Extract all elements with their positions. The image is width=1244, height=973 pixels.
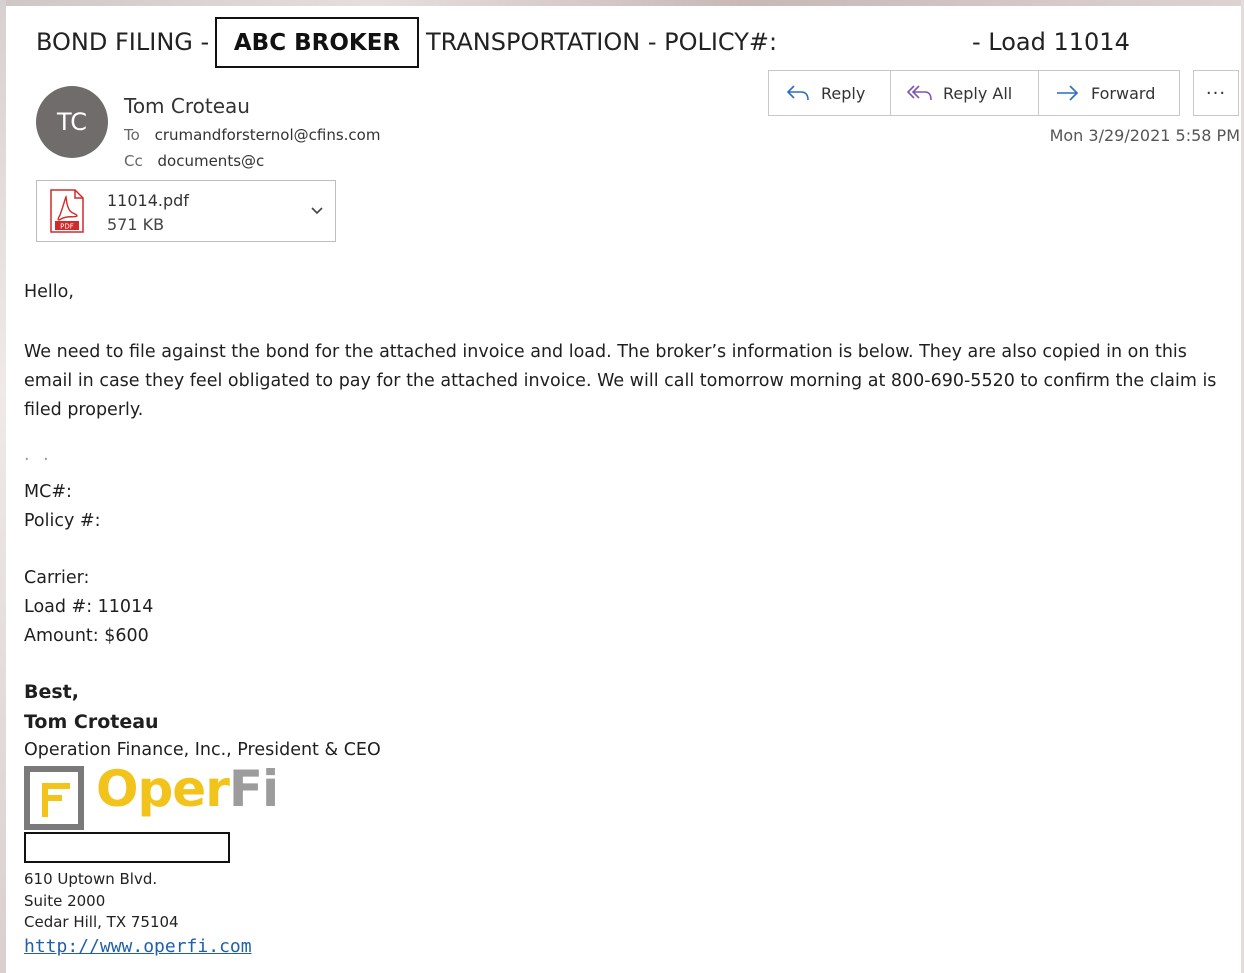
- pdf-file-icon: PDF: [49, 189, 85, 233]
- subject-part-1: BOND FILING -: [36, 28, 210, 56]
- body-paragraph: We need to file against the bond for the…: [24, 342, 1217, 420]
- attachment-size: 571 KB: [107, 215, 165, 234]
- greeting: Hello,: [24, 282, 74, 302]
- to-row: To crumandforsternol@cfins.com: [124, 126, 380, 144]
- subject-redaction-box: ABC BROKER: [215, 17, 419, 68]
- subject-part-3: - Load 11014: [972, 28, 1130, 56]
- reply-button[interactable]: Reply: [769, 71, 891, 115]
- logo-text-fi: Fi: [228, 760, 279, 818]
- address-line-2: Suite 2000: [24, 892, 106, 910]
- to-label: To: [124, 126, 140, 144]
- attachment-filename[interactable]: 11014.pdf: [107, 191, 189, 210]
- reply-all-icon: [907, 83, 933, 103]
- logo-text-oper: Oper: [96, 760, 230, 818]
- load-line: Load #: 11014: [24, 597, 154, 617]
- message-actions-toolbar: Reply Reply All Forward: [768, 70, 1180, 116]
- policy-line: Policy #:: [24, 511, 100, 531]
- redacted-text: . .: [24, 445, 53, 465]
- attachment-filename-text: 11014.pdf: [107, 191, 189, 210]
- logo-wordmark: OperFi: [96, 760, 279, 818]
- redaction-label: ABC BROKER: [233, 29, 401, 56]
- attachment-card[interactable]: PDF 11014.pdf 571 KB: [36, 180, 336, 242]
- website-link[interactable]: http://www.operfi.com: [24, 936, 252, 957]
- mc-line: MC#:: [24, 482, 72, 502]
- signature-redaction-box: [24, 832, 230, 863]
- more-actions-button[interactable]: ···: [1193, 70, 1239, 116]
- signature-name: Tom Croteau: [24, 711, 159, 733]
- more-icon: ···: [1205, 82, 1227, 104]
- chevron-down-icon[interactable]: [309, 203, 325, 219]
- redacted-broker-line: . .: [24, 445, 53, 465]
- reply-label: Reply: [821, 83, 866, 103]
- cc-row: Cc documents@c: [124, 152, 264, 172]
- forward-arrow-icon: [1055, 83, 1081, 103]
- avatar[interactable]: TC: [36, 86, 108, 158]
- reply-all-label: Reply All: [943, 83, 1013, 103]
- subject-part-2: TRANSPORTATION - POLICY#:: [426, 28, 778, 56]
- reply-all-button[interactable]: Reply All: [891, 71, 1039, 115]
- mc-label: MC#:: [24, 482, 72, 502]
- to-recipient[interactable]: crumandforsternol@cfins.com: [155, 126, 381, 144]
- received-timestamp: Mon 3/29/2021 5:58 PM: [1049, 126, 1240, 145]
- operfi-logo: OperFi: [24, 760, 284, 836]
- address-line-1: 610 Uptown Blvd.: [24, 870, 158, 888]
- policy-label: Policy #:: [24, 511, 101, 531]
- signature-closing: Best,: [24, 681, 79, 703]
- background-edge: [0, 0, 6, 973]
- svg-text:PDF: PDF: [60, 223, 74, 231]
- reply-icon: [785, 83, 811, 103]
- address-line-3: Cedar Hill, TX 75104: [24, 913, 179, 931]
- forward-label: Forward: [1091, 83, 1156, 103]
- amount-line: Amount: $600: [24, 626, 149, 646]
- background-edge: [0, 0, 1244, 6]
- carrier-line: Carrier:: [24, 568, 89, 588]
- signature-title: Operation Finance, Inc., President & CEO: [24, 740, 381, 760]
- cc-recipient[interactable]: documents@c: [158, 152, 265, 170]
- logo-mark: [24, 766, 84, 830]
- cc-label: Cc: [124, 152, 143, 170]
- carrier-label: Carrier:: [24, 568, 90, 588]
- sender-name[interactable]: Tom Croteau: [124, 94, 250, 118]
- forward-button[interactable]: Forward: [1039, 71, 1179, 115]
- avatar-initials: TC: [56, 108, 87, 136]
